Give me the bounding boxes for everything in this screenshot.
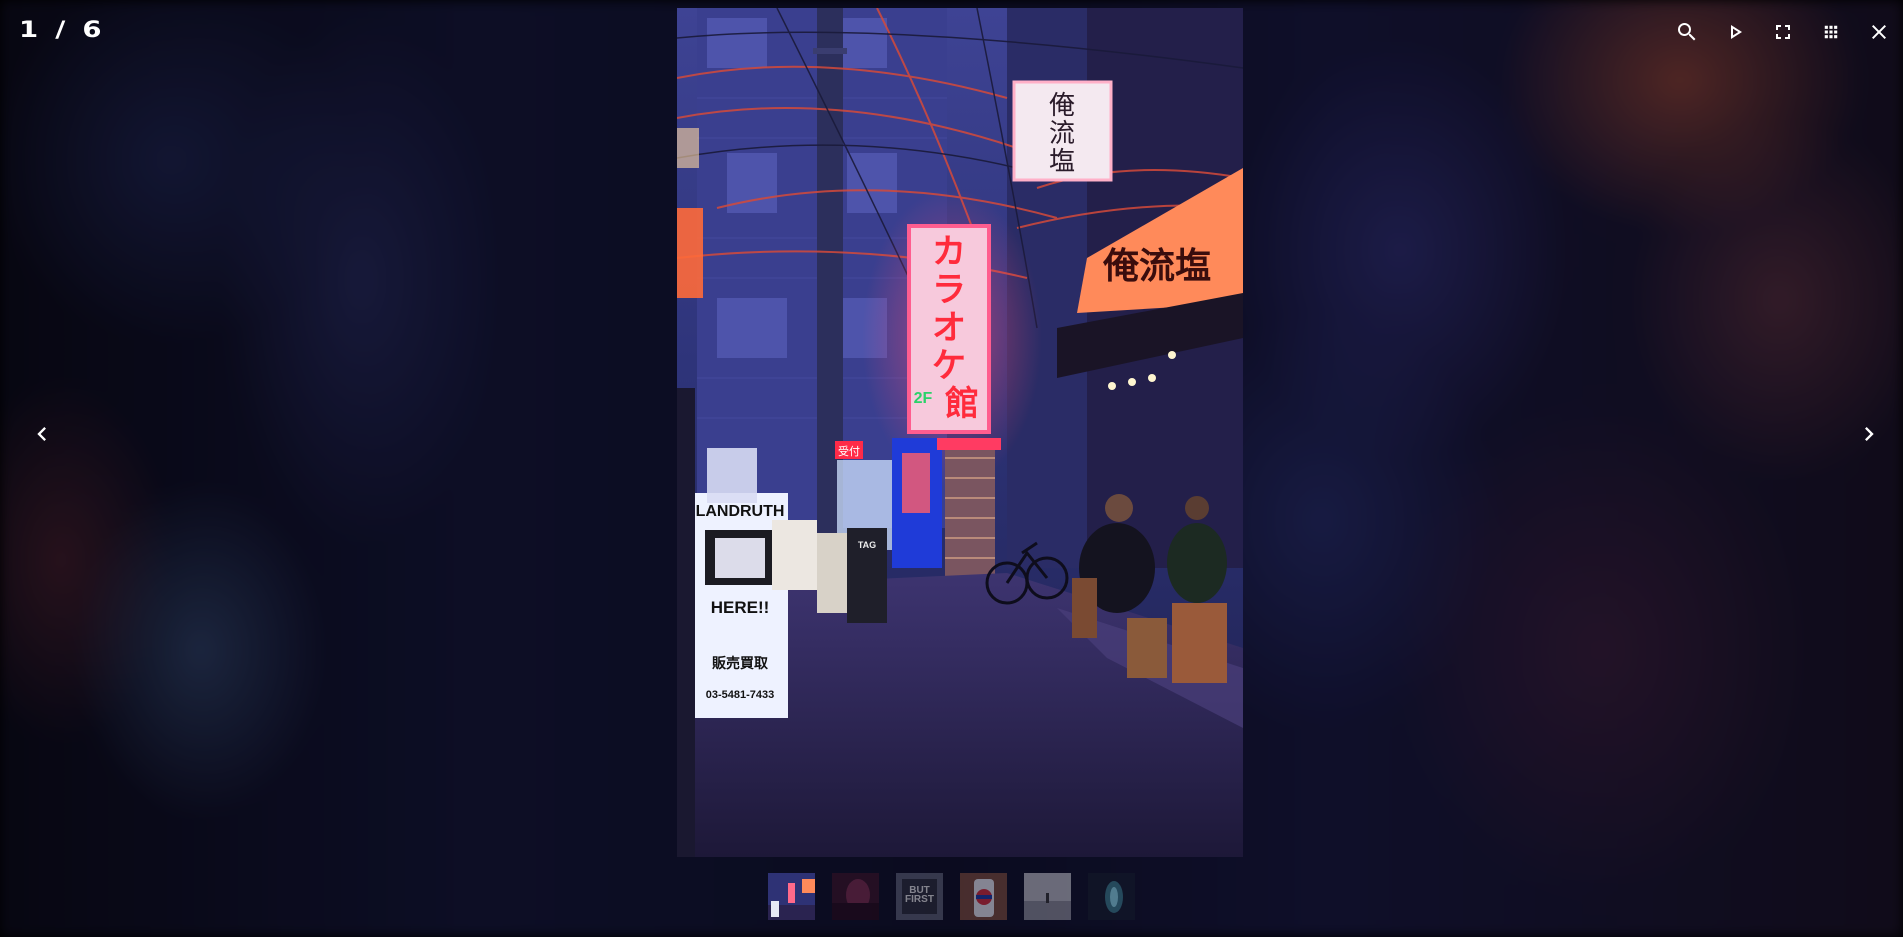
play-icon (1731, 25, 1742, 39)
svg-text:販売買取: 販売買取 (712, 655, 769, 672)
thumbnail-3[interactable]: BUT FIRST (896, 873, 943, 920)
grid-icon (1824, 25, 1838, 39)
svg-text:TAG: TAG (858, 540, 876, 550)
thumbnail-alley-image (768, 873, 815, 920)
fullscreen-button[interactable] (1759, 8, 1807, 56)
zoom-button[interactable] (1663, 8, 1711, 56)
thumbnail-1[interactable] (768, 873, 815, 920)
thumbnail-dark-blue-image (1088, 873, 1135, 920)
svg-text:2F: 2F (914, 390, 933, 407)
chevron-right-icon (1865, 427, 1874, 441)
awning-sign-text: 俺流塩 (1102, 246, 1211, 287)
close-button[interactable] (1855, 8, 1903, 56)
thumbnail-red-portrait-image (832, 873, 879, 920)
svg-text:受付: 受付 (838, 445, 860, 458)
previous-image-button[interactable] (16, 408, 68, 460)
image-counter: 1 / 6 (19, 18, 106, 43)
close-icon (1872, 25, 1886, 39)
landruth-sign-text: LANDRUTH (696, 503, 785, 520)
search-icon (1678, 23, 1696, 41)
toolbar (1663, 8, 1903, 56)
thumbnail-6[interactable] (1088, 873, 1135, 920)
chevron-left-icon (37, 427, 46, 441)
thumbnail-4[interactable] (960, 873, 1007, 920)
thumbnail-strip: BUT FIRST (0, 873, 1903, 920)
fullscreen-icon (1776, 25, 1790, 39)
svg-text:HERE!!: HERE!! (711, 598, 770, 617)
thumbnail-2[interactable] (832, 873, 879, 920)
thumbnail-3-text: BUT FIRST (905, 885, 934, 905)
thumbnails-toggle-button[interactable] (1807, 8, 1855, 56)
slideshow-button[interactable] (1711, 8, 1759, 56)
thumbnail-can-image (960, 873, 1007, 920)
main-photo[interactable]: 俺流塩 カラオケ館 2F 俺流塩 受付 LANDRUTH HERE!! 販売買取… (677, 8, 1243, 857)
top-sign-text: 俺流塩 (1049, 91, 1075, 177)
svg-text:03-5481-7433: 03-5481-7433 (706, 689, 775, 701)
thumbnail-misty-landscape-image (1024, 873, 1071, 920)
thumbnail-5[interactable] (1024, 873, 1071, 920)
alley-photo-illustration: 俺流塩 カラオケ館 2F 俺流塩 受付 LANDRUTH HERE!! 販売買取… (677, 8, 1243, 857)
next-image-button[interactable] (1843, 408, 1895, 460)
